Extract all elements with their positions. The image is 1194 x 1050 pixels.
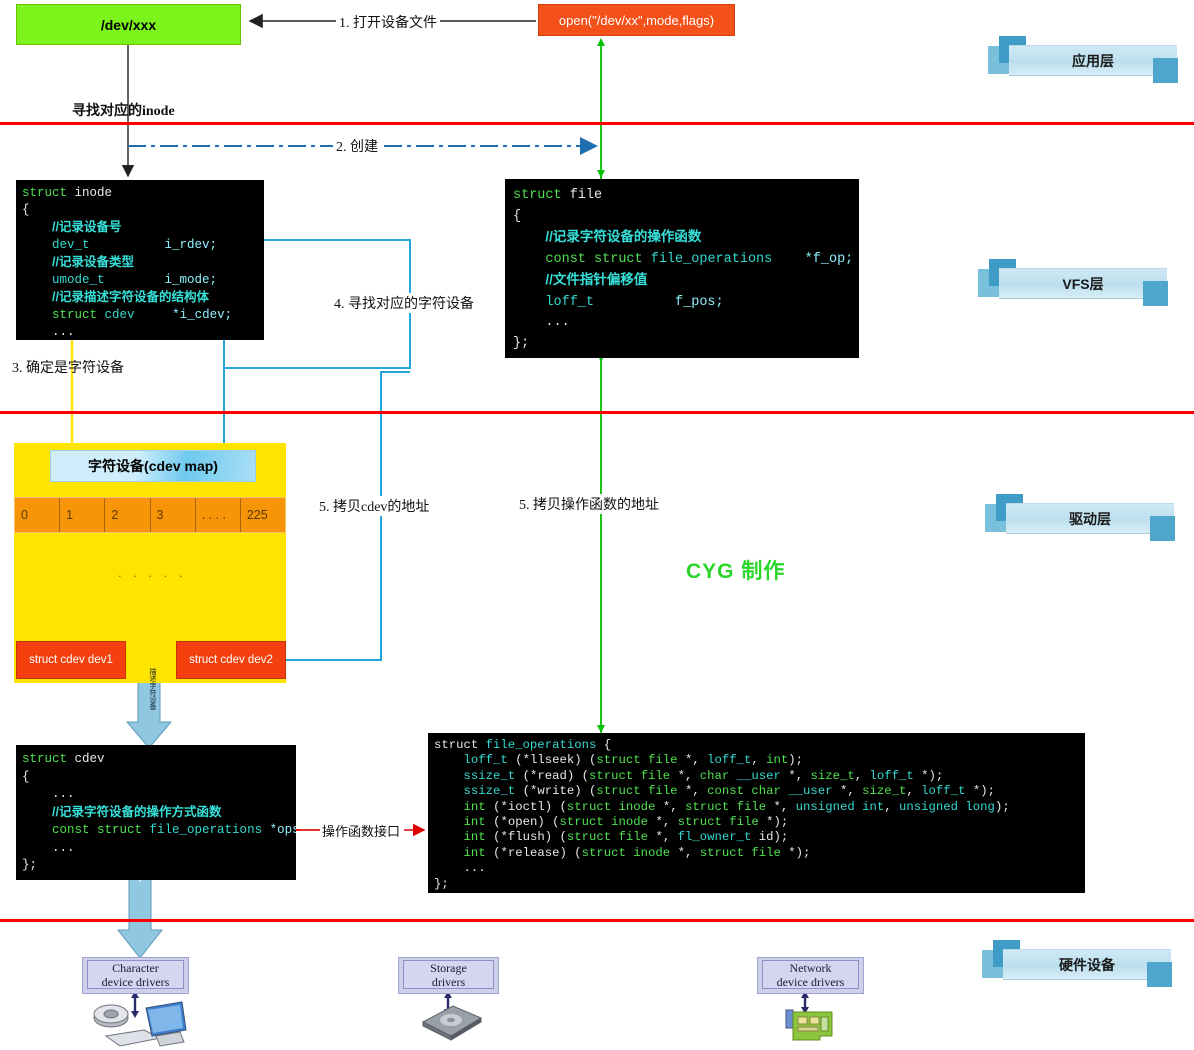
layer-tag-driver: 驱动层 [985, 490, 1185, 548]
struct-file-code: struct file { //记录字符设备的操作函数 const struct… [505, 179, 859, 358]
char-driver-line1: Character [112, 961, 159, 975]
cdev-cell[interactable]: 1 [60, 498, 105, 532]
layer-bar: 应用层 [1009, 45, 1177, 76]
cdev-cell[interactable]: 2 [105, 498, 150, 532]
dev-file-box[interactable]: /dev/xxx [16, 4, 241, 45]
char-device-icons [90, 1000, 210, 1050]
network-driver-line1: Network [790, 961, 832, 975]
network-driver-box[interactable]: Network device drivers [762, 960, 859, 989]
cdev-dev2-box[interactable]: struct cdev dev2 [176, 641, 286, 679]
step3-label: 3. 确定是字符设备 [12, 357, 124, 377]
layer-bar: 硬件设备 [1003, 949, 1171, 980]
layer-decor-square [1150, 516, 1175, 541]
network-driver-line2: device drivers [777, 975, 845, 989]
layer-bar: VFS层 [999, 268, 1167, 299]
diagram-canvas: /dev/xxx open("/dev/xx",mode,flags) 1. 打… [0, 0, 1194, 1047]
cdev-map-title-label: 字符设备(cdev map) [88, 456, 218, 476]
watermark-label: CYG 制作 [686, 555, 785, 585]
step5-fops-label: 5. 拷贝操作函数的地址 [516, 494, 662, 514]
layer-tag-hardware: 硬件设备 [982, 936, 1182, 994]
cdev-map-title: 字符设备(cdev map) [50, 450, 256, 482]
dev-file-label: /dev/xxx [101, 17, 156, 33]
struct-inode-code: struct inode { //记录设备号 dev_t i_rdev; //记… [16, 180, 264, 340]
layer-tag-app: 应用层 [988, 32, 1188, 90]
storage-driver-line1: Storage [430, 961, 467, 975]
separator-vfs-drv [0, 411, 1194, 414]
big-arrow-vertical-label: 描述字符设备 [140, 668, 156, 710]
cdev-dev1-label: struct cdev dev1 [29, 654, 113, 666]
cdev-dev1-box[interactable]: struct cdev dev1 [16, 641, 126, 679]
char-driver-box[interactable]: Character device drivers [87, 960, 184, 989]
layer-label: VFS层 [1062, 274, 1103, 294]
cdev-dev2-label: struct cdev dev2 [189, 654, 273, 666]
layer-bar: 驱动层 [1006, 503, 1174, 534]
layer-decor-square [1147, 962, 1172, 987]
cdev-cell[interactable]: 3 [151, 498, 196, 532]
cdev-cell[interactable]: . . . . [196, 498, 241, 532]
layer-tag-vfs: VFS层 [978, 255, 1178, 313]
cdev-index-table: 0 1 2 3 . . . . 225 [14, 497, 286, 533]
open-syscall-label: open("/dev/xx",mode,flags) [559, 13, 714, 28]
struct-file-operations-code: struct file_operations { loff_t (*llseek… [428, 733, 1085, 893]
layer-label: 驱动层 [1069, 509, 1111, 529]
step5-cdev-label: 5. 拷贝cdev的地址 [316, 496, 432, 516]
network-card-icon [780, 1006, 850, 1048]
cdev-map-ellipsis: . . . . . [118, 565, 187, 580]
ops-interface-label: 操作函数接口 [320, 821, 402, 840]
step4-label: 4. 寻找对应的字符设备 [332, 293, 476, 313]
layer-decor-square [1143, 281, 1168, 306]
cdev-cell[interactable]: 0 [15, 498, 60, 532]
storage-driver-box[interactable]: Storage drivers [403, 960, 494, 989]
layer-label: 应用层 [1072, 51, 1114, 71]
char-driver-line2: device drivers [102, 975, 170, 989]
find-inode-label: 寻找对应的inode [72, 100, 175, 120]
struct-cdev-code: struct cdev { ... //记录字符设备的操作方式函数 const … [16, 745, 296, 880]
layer-decor-square [1153, 58, 1178, 83]
separator-app-vfs [0, 122, 1194, 125]
storage-device-icon [415, 1000, 495, 1045]
separator-drv-hw [0, 919, 1194, 922]
step1-label: 1. 打开设备文件 [336, 12, 440, 32]
layer-label: 硬件设备 [1059, 955, 1115, 975]
step2-label: 2. 创建 [333, 136, 381, 156]
open-syscall-box[interactable]: open("/dev/xx",mode,flags) [538, 4, 735, 36]
storage-driver-line2: drivers [432, 975, 465, 989]
cdev-cell[interactable]: 225 [241, 498, 285, 532]
